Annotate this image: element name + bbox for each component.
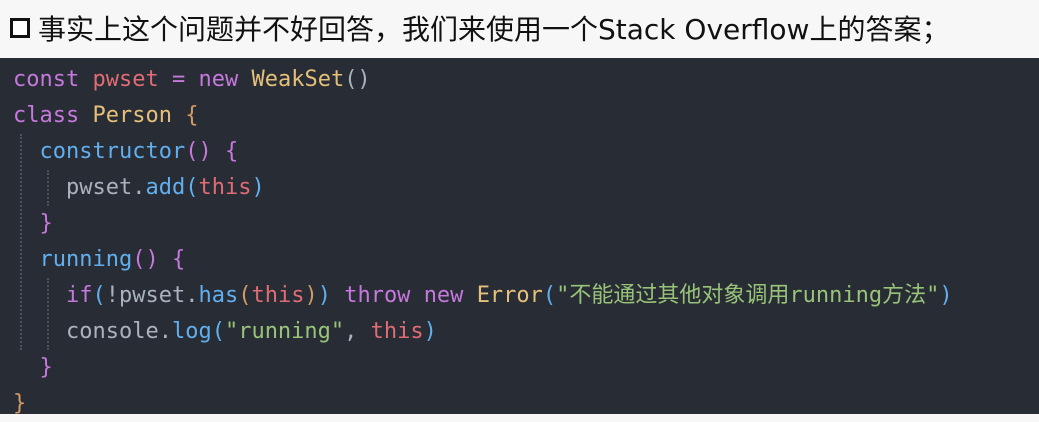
code-line-3: constructor() { xyxy=(39,139,239,164)
code-line-2: class Person { xyxy=(13,103,199,128)
code-line-6: running() { xyxy=(39,247,186,272)
code-line-9: } xyxy=(39,355,53,380)
code-line-10: } xyxy=(13,391,27,416)
header-text: 事实上这个问题并不好回答，我们来使用一个Stack Overflow上的答案； xyxy=(38,13,950,46)
code-editor[interactable]: const pwset = new WeakSet() class Person… xyxy=(0,58,1039,416)
header: 事实上这个问题并不好回答，我们来使用一个Stack Overflow上的答案； xyxy=(10,0,949,56)
code-line-8: console.log("running", this) xyxy=(65,319,437,344)
code-line-4: pwset.add(this) xyxy=(65,175,265,200)
code-line-5: } xyxy=(39,211,53,236)
code-line-7: if(!pwset.has(this)) throw new Error("不能… xyxy=(65,283,953,308)
square-bullet-icon xyxy=(10,18,30,38)
code-line-1: const pwset = new WeakSet() xyxy=(13,67,371,92)
